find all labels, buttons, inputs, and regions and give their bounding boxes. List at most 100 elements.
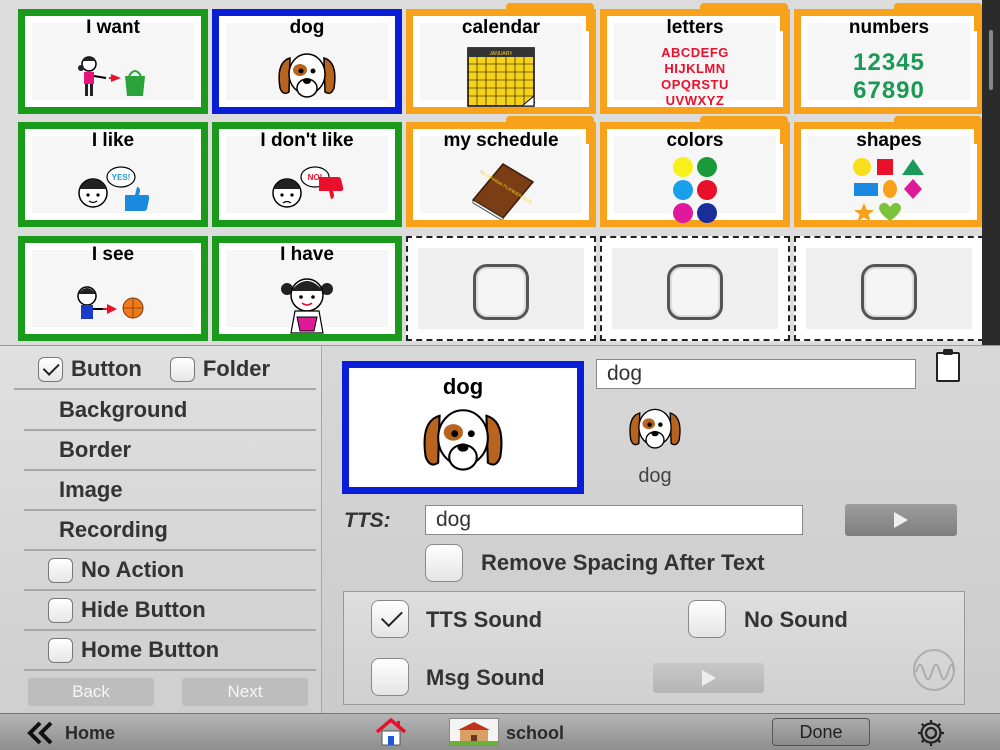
thumbnail-label: dog <box>638 465 672 487</box>
hide-button-checkbox[interactable] <box>48 597 73 623</box>
dog-face-icon <box>212 43 402 110</box>
no-action-label: No Action <box>81 557 185 582</box>
tts-sound-checkbox[interactable] <box>371 600 409 638</box>
letters-text: ABCDEFG HIJKLMN OPQRSTU UVWXYZ <box>600 43 790 110</box>
girl-thumbs-down-icon: NO! <box>212 156 402 223</box>
recording-option[interactable]: Recording <box>24 511 316 551</box>
letters-line: HIJKLMN <box>664 60 726 76</box>
remove-spacing-label: Remove Spacing After Text <box>481 550 765 575</box>
empty-slot-icon <box>406 246 596 337</box>
border-option[interactable]: Border <box>24 431 316 471</box>
type-toggle-row: Button Folder <box>14 350 316 390</box>
msg-sound-checkbox[interactable] <box>371 658 409 696</box>
clipboard-icon[interactable] <box>936 349 960 382</box>
button-type-label: Button <box>71 356 142 381</box>
dog-face-icon <box>349 402 577 482</box>
grid-scrollbar[interactable] <box>982 0 1000 345</box>
no-sound-label: No Sound <box>744 607 848 632</box>
grid-button-label: letters <box>666 17 724 38</box>
grid-folder-numbers[interactable]: numbers 12345 67890 <box>794 3 984 114</box>
empty-slot-icon <box>794 246 984 337</box>
button-grid: I want dog calendar JANUARY letters ABCD… <box>0 0 1000 345</box>
grid-button-label: colors <box>666 130 724 151</box>
grid-empty-slot[interactable] <box>794 236 984 341</box>
app-window: I want dog calendar JANUARY letters ABCD… <box>0 0 1000 750</box>
girl-holding-purse-icon <box>212 270 402 337</box>
home-breadcrumb[interactable]: Home <box>65 723 115 744</box>
play-icon <box>894 512 908 528</box>
grid-button-label: I like <box>91 130 135 151</box>
done-button[interactable]: Done <box>772 718 870 746</box>
grid-empty-slot[interactable] <box>406 236 596 341</box>
tts-input[interactable]: dog <box>425 505 803 535</box>
current-folder-label[interactable]: school <box>506 723 564 744</box>
home-button-checkbox[interactable] <box>48 637 73 663</box>
editor-options-list: Button Folder Background Border Image Re… <box>0 346 322 714</box>
sound-options-box: TTS Sound No Sound Msg Sound <box>343 591 965 705</box>
grid-button-label: I see <box>91 244 135 265</box>
grid-button-i-like[interactable]: I like YES! <box>18 122 208 227</box>
tts-play-button[interactable] <box>845 504 957 536</box>
grid-button-i-want[interactable]: I want <box>18 9 208 114</box>
grid-button-label: I don't like <box>260 130 354 151</box>
no-action-row[interactable]: No Action <box>24 551 316 591</box>
button-type-checkbox[interactable] <box>38 356 63 382</box>
grid-button-label: numbers <box>848 17 930 38</box>
color-dots-icon <box>600 156 790 223</box>
folder-type-label: Folder <box>202 356 271 381</box>
home-button-row[interactable]: Home Button <box>24 631 316 671</box>
back-button[interactable]: Back <box>28 678 154 706</box>
no-sound-checkbox[interactable] <box>688 600 726 638</box>
editor-details: dog dog dog TTS: dog Remove Spacing Afte… <box>322 346 1000 714</box>
image-thumbnail[interactable]: dog <box>622 404 688 488</box>
button-editor-panel: Button Folder Background Border Image Re… <box>0 345 1000 714</box>
grid-button-label: calendar <box>461 17 541 38</box>
gear-icon[interactable] <box>916 718 946 748</box>
background-option[interactable]: Background <box>24 391 316 431</box>
grid-button-label: dog <box>289 17 325 38</box>
grid-button-i-see[interactable]: I see <box>18 236 208 341</box>
button-name-input[interactable]: dog <box>596 359 916 389</box>
msg-sound-label: Msg Sound <box>426 665 545 690</box>
msg-sound-play-button[interactable] <box>653 663 764 693</box>
next-button[interactable]: Next <box>182 678 308 706</box>
grid-button-label: my schedule <box>443 130 559 151</box>
shapes-icon <box>794 156 984 223</box>
girl-thumbs-up-icon: YES! <box>18 156 208 223</box>
double-chevron-left-icon[interactable] <box>27 721 55 745</box>
grid-empty-slot[interactable] <box>600 236 790 341</box>
button-preview: dog <box>342 361 584 494</box>
home-icon[interactable] <box>375 717 407 747</box>
school-folder-thumbnail[interactable] <box>449 718 499 746</box>
bottom-toolbar: Home school Done <box>0 713 1000 750</box>
grid-folder-shapes[interactable]: shapes <box>794 116 984 227</box>
grid-folder-calendar[interactable]: calendar JANUARY <box>406 3 596 114</box>
remove-spacing-checkbox[interactable] <box>425 544 463 582</box>
folder-type-checkbox[interactable] <box>169 356 195 382</box>
border-option-label: Border <box>59 437 132 462</box>
tts-label: TTS: <box>344 509 391 532</box>
app-logo-watermark-icon <box>913 649 955 691</box>
no-action-checkbox[interactable] <box>48 557 73 583</box>
grid-button-i-dont-like[interactable]: I don't like NO! <box>212 122 402 227</box>
grid-button-label: I have <box>280 244 334 265</box>
play-icon <box>701 670 716 686</box>
letters-line: ABCDEFG <box>661 44 729 60</box>
grid-button-label: I want <box>86 17 140 38</box>
hide-button-label: Hide Button <box>81 597 206 622</box>
grid-folder-colors[interactable]: colors <box>600 116 790 227</box>
background-option-label: Background <box>59 397 188 422</box>
grid-button-label: shapes <box>856 130 922 151</box>
grid-folder-my-schedule[interactable]: my schedule My Schedule PLANNER 2018 <box>406 116 596 227</box>
tts-sound-label: TTS Sound <box>426 607 543 632</box>
home-button-label: Home Button <box>81 637 220 662</box>
dog-face-icon <box>629 408 681 449</box>
grid-button-dog[interactable]: dog <box>212 9 402 114</box>
grid-folder-letters[interactable]: letters ABCDEFG HIJKLMN OPQRSTU UVWXYZ <box>600 3 790 114</box>
image-option[interactable]: Image <box>24 471 316 511</box>
letters-line: OPQRSTU <box>661 76 729 92</box>
grid-button-i-have[interactable]: I have <box>212 236 402 341</box>
boy-pointing-ball-icon <box>18 270 208 337</box>
preview-label: dog <box>442 374 484 399</box>
hide-button-row[interactable]: Hide Button <box>24 591 316 631</box>
